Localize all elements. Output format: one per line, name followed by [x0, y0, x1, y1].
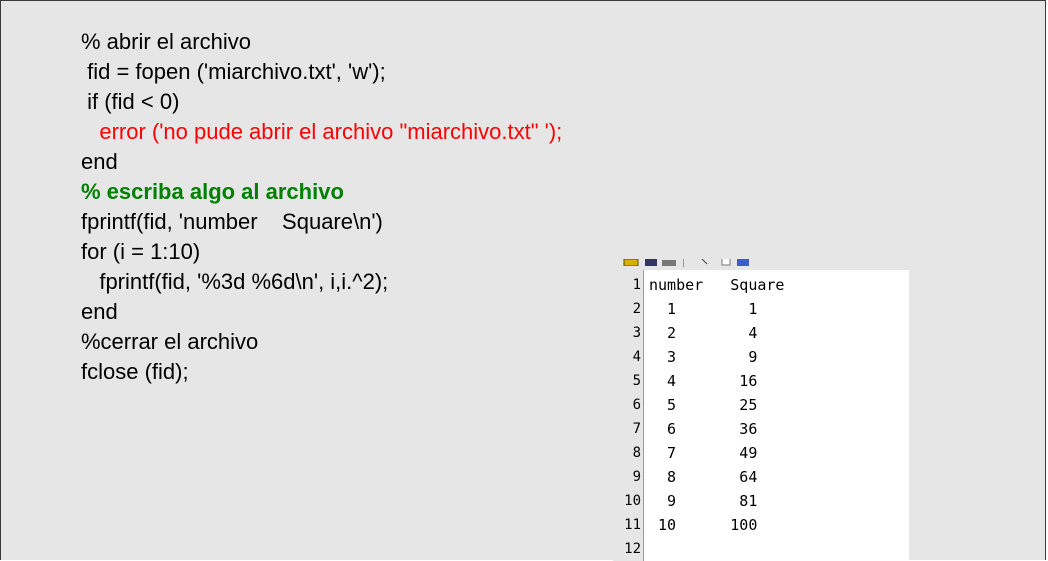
code-line: end — [81, 299, 118, 324]
line-number: 5 — [632, 373, 641, 389]
code-line: % abrir el archivo — [81, 29, 251, 54]
matlab-code-block: % abrir el archivo fid = fopen ('miarchi… — [81, 27, 562, 387]
editor-toolbar — [613, 259, 909, 270]
code-line: end — [81, 149, 118, 174]
line-number: 2 — [632, 301, 641, 317]
save-icon[interactable] — [643, 259, 659, 266]
toolbar-separator — [683, 259, 684, 267]
line-number: 3 — [632, 325, 641, 341]
code-line: for (i = 1:10) — [81, 239, 201, 264]
file-text-line[interactable]: 2 4 — [649, 322, 757, 345]
file-text-line[interactable]: 6 36 — [649, 418, 757, 441]
line-number-gutter: 1 2 3 4 5 6 7 8 9 10 11 12 — [613, 270, 644, 561]
line-number: 9 — [632, 469, 641, 485]
code-line: fid = fopen ('miarchivo.txt', 'w'); — [81, 59, 386, 84]
file-text-line[interactable]: 5 25 — [649, 394, 757, 417]
file-text-line[interactable]: 10 100 — [649, 514, 757, 537]
file-text-line[interactable]: number Square — [649, 274, 784, 297]
code-line: %cerrar el archivo — [81, 329, 259, 354]
cut-icon[interactable] — [697, 259, 711, 266]
line-number: 6 — [632, 397, 641, 413]
line-number: 8 — [632, 445, 641, 461]
line-number: 12 — [624, 541, 641, 557]
code-line: fprintf(fid, 'number Square\n') — [81, 209, 383, 234]
line-number: 10 — [624, 493, 641, 509]
file-text-line[interactable]: 1 1 — [649, 298, 757, 321]
line-number: 11 — [624, 517, 641, 533]
file-text-line[interactable]: 7 49 — [649, 442, 757, 465]
code-line: if (fid < 0) — [81, 89, 180, 114]
line-number: 1 — [632, 277, 641, 293]
file-text-line[interactable]: 4 16 — [649, 370, 757, 393]
file-text-line[interactable]: 3 9 — [649, 346, 757, 369]
file-editor-window: 1 2 3 4 5 6 7 8 9 10 11 12 number Square… — [613, 259, 909, 561]
paste-icon[interactable] — [735, 259, 751, 266]
folder-icon[interactable] — [623, 259, 639, 266]
code-line: fprintf(fid, '%3d %6d\n', i,i.^2); — [81, 269, 389, 294]
file-text-line[interactable]: 9 81 — [649, 490, 757, 513]
copy-icon[interactable] — [719, 259, 733, 266]
code-line-error: error ('no pude abrir el archivo "miarch… — [81, 119, 563, 144]
line-number: 4 — [632, 349, 641, 365]
line-number: 7 — [632, 421, 641, 437]
file-text-line[interactable]: 8 64 — [649, 466, 757, 489]
slide-panel: % abrir el archivo fid = fopen ('miarchi… — [0, 0, 1046, 561]
print-icon[interactable] — [661, 259, 677, 266]
code-line: fclose (fid); — [81, 359, 189, 384]
code-comment-highlight: % escriba algo al archivo — [81, 179, 344, 204]
